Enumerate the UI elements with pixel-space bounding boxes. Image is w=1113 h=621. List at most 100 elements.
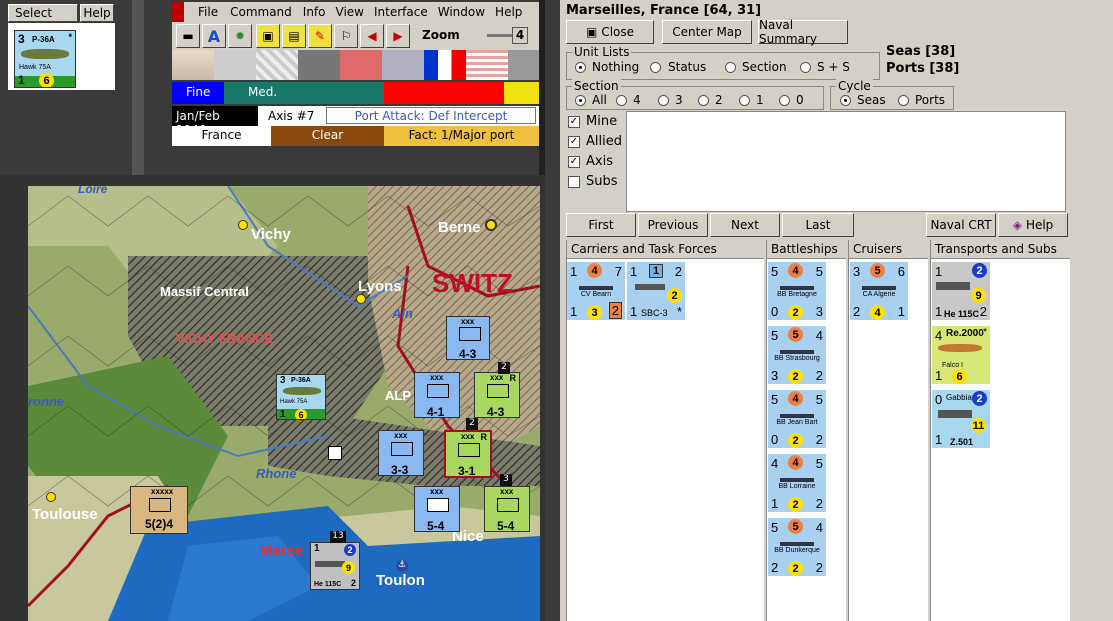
counter-value: 5-4 bbox=[427, 519, 445, 532]
counter-hq[interactable]: xxxxx 5(2)4 bbox=[130, 486, 188, 534]
flag-blank[interactable] bbox=[298, 50, 340, 80]
ship-counter[interactable]: 5 5 4 BB Dunkerque 2 2 2 bbox=[768, 518, 826, 576]
tank-icon[interactable]: ▬ bbox=[176, 24, 200, 48]
flag-china[interactable] bbox=[340, 50, 382, 80]
arrow-right-icon[interactable]: ▶ bbox=[386, 24, 410, 48]
radio-ports[interactable] bbox=[898, 95, 909, 106]
ship-counter[interactable]: 5 4 5 BB Bretagne 0 2 3 bbox=[768, 262, 826, 320]
ship-counter[interactable]: 1 4 7 CV Bearn 1 3 2 bbox=[567, 262, 625, 320]
zoom-thumb[interactable]: 4 bbox=[512, 27, 528, 44]
air-counter[interactable]: 1 1 2 2 1 SBC-3 * bbox=[627, 262, 685, 320]
ship-counter[interactable]: 4 4 5 BB Lorraine 1 2 2 bbox=[768, 454, 826, 512]
text-icon[interactable]: A bbox=[202, 24, 226, 48]
stack2-icon[interactable]: ▤ bbox=[282, 24, 306, 48]
filter-mine-checkbox[interactable]: ✓ bbox=[568, 116, 580, 128]
infantry-icon bbox=[427, 498, 449, 512]
ship-silhouette-icon bbox=[579, 286, 613, 290]
counter-xiii-inf[interactable]: xxx 4-3 bbox=[446, 316, 490, 360]
counter-ii-colo[interactable]: xxx 4-1 bbox=[414, 372, 460, 418]
ship-counter[interactable]: 5 5 4 BB Strasbourg 3 2 2 bbox=[768, 326, 826, 384]
counter-corner: R bbox=[509, 373, 517, 383]
radio-seas[interactable] bbox=[840, 95, 851, 106]
port-anchor-icon[interactable]: ⚓ bbox=[396, 560, 408, 572]
city-lyons-icon[interactable] bbox=[356, 294, 366, 304]
select-button[interactable]: Select bbox=[8, 4, 78, 22]
flag-row bbox=[172, 50, 539, 80]
close-label: Close bbox=[601, 25, 635, 39]
radio-4[interactable] bbox=[616, 95, 627, 106]
first-button[interactable]: First bbox=[566, 213, 636, 237]
flag-uk[interactable] bbox=[382, 50, 424, 80]
flag-germany[interactable] bbox=[172, 50, 214, 80]
radio-nothing[interactable] bbox=[575, 62, 586, 73]
city-toulouse-icon[interactable] bbox=[46, 492, 56, 502]
hq-marker-icon[interactable] bbox=[328, 446, 342, 460]
flag-ussr[interactable] bbox=[508, 50, 539, 80]
flag-usa[interactable] bbox=[466, 50, 508, 80]
close-button[interactable]: ▣ Close bbox=[566, 20, 654, 44]
counter-nord[interactable]: xxx 5-4 bbox=[484, 486, 530, 532]
radio-status[interactable] bbox=[650, 62, 661, 73]
help-button[interactable]: ◈ Help bbox=[998, 213, 1068, 237]
flag-finland[interactable] bbox=[214, 50, 256, 80]
menu-help[interactable]: Help bbox=[493, 2, 530, 22]
counter-xiii-col[interactable]: xxx R 3-1 bbox=[444, 430, 492, 478]
previous-button[interactable]: Previous bbox=[638, 213, 708, 237]
filter-axis-checkbox[interactable]: ✓ bbox=[568, 156, 580, 168]
menu-interface[interactable]: Interface bbox=[372, 2, 436, 22]
menu-file[interactable]: File bbox=[184, 2, 228, 22]
unit-list-box[interactable] bbox=[626, 111, 1066, 212]
radio-all[interactable] bbox=[575, 95, 586, 106]
radio-1[interactable] bbox=[739, 95, 750, 106]
stack-icon[interactable]: ▣ bbox=[256, 24, 280, 48]
ship-counter[interactable]: 3 5 6 CA Algerie 2 4 1 bbox=[850, 262, 908, 320]
menu-window[interactable]: Window bbox=[436, 2, 493, 22]
splitter[interactable] bbox=[132, 0, 144, 175]
filter-allied-checkbox[interactable]: ✓ bbox=[568, 136, 580, 148]
counter-xiv-inf[interactable]: xxx 3-3 bbox=[378, 430, 424, 476]
flag-icon[interactable]: ⚐ bbox=[334, 24, 358, 48]
game-map[interactable]: Loire Vichy Berne Massif Central VICHY F… bbox=[28, 186, 540, 621]
transport-counter[interactable]: 0 Gabbiano 2 11 1 Z.501 bbox=[932, 390, 990, 448]
radio-ports-label: Ports bbox=[915, 93, 946, 107]
app-icon bbox=[172, 2, 184, 22]
air-star: * bbox=[676, 304, 682, 319]
help-button-small[interactable]: Help bbox=[80, 4, 114, 22]
panel-splitter[interactable] bbox=[545, 0, 560, 621]
toolbar: ▬ A ✹ ▣ ▤ ✎ ⚐ ◀ ▶ Zoom 4 bbox=[172, 22, 539, 50]
radio-3[interactable] bbox=[658, 95, 669, 106]
menu-command[interactable]: Command bbox=[228, 2, 301, 22]
flag-japan[interactable] bbox=[256, 50, 298, 80]
next-button[interactable]: Next bbox=[710, 213, 780, 237]
city-berne-icon[interactable] bbox=[485, 219, 497, 231]
flag-france[interactable] bbox=[424, 50, 466, 80]
arrow-left-icon[interactable]: ◀ bbox=[360, 24, 384, 48]
map-naval-unit[interactable]: 1 2 9 He 115C 2 bbox=[310, 542, 360, 590]
last-button[interactable]: Last bbox=[782, 213, 854, 237]
menu-view[interactable]: View bbox=[334, 2, 372, 22]
radio-section[interactable] bbox=[725, 62, 736, 73]
transport-counter[interactable]: 4 Re.2000 * Falco I16 bbox=[932, 326, 990, 384]
radio-s-s[interactable] bbox=[800, 62, 811, 73]
unit-circle: 2 bbox=[972, 391, 987, 406]
naval-summary-button[interactable]: Naval Summary bbox=[758, 18, 848, 46]
ship-circle: 4 bbox=[788, 455, 803, 470]
naval-crt-button[interactable]: Naval CRT bbox=[926, 213, 996, 237]
counter-corner: R bbox=[480, 432, 488, 442]
radio-2[interactable] bbox=[698, 95, 709, 106]
ship-defense: 5 bbox=[815, 264, 823, 279]
menu-info[interactable]: Info bbox=[301, 2, 334, 22]
map-air-unit[interactable]: 3 P-36A Hawk 75A 1 6 bbox=[276, 374, 326, 420]
pen-icon[interactable]: ✎ bbox=[308, 24, 332, 48]
radio-0[interactable] bbox=[779, 95, 790, 106]
transport-counter[interactable]: 1 2 9 1 He 115C 2 bbox=[932, 262, 990, 320]
counter-alpes[interactable]: xxx R 4-3 bbox=[474, 372, 520, 418]
filter-subs-checkbox[interactable] bbox=[568, 176, 580, 188]
city-vichy-icon[interactable] bbox=[238, 220, 248, 230]
center-map-button[interactable]: Center Map bbox=[662, 20, 752, 44]
selected-air-unit[interactable]: 3 P-36A * Hawk 75A 1 6 bbox=[14, 30, 76, 88]
ship-counter[interactable]: 5 4 5 BB Jean Bart 0 2 2 bbox=[768, 390, 826, 448]
ship-name: CA Algerie bbox=[862, 291, 896, 298]
gear-icon[interactable]: ✹ bbox=[228, 24, 252, 48]
counter-provence[interactable]: xxx 5-4 bbox=[414, 486, 460, 532]
